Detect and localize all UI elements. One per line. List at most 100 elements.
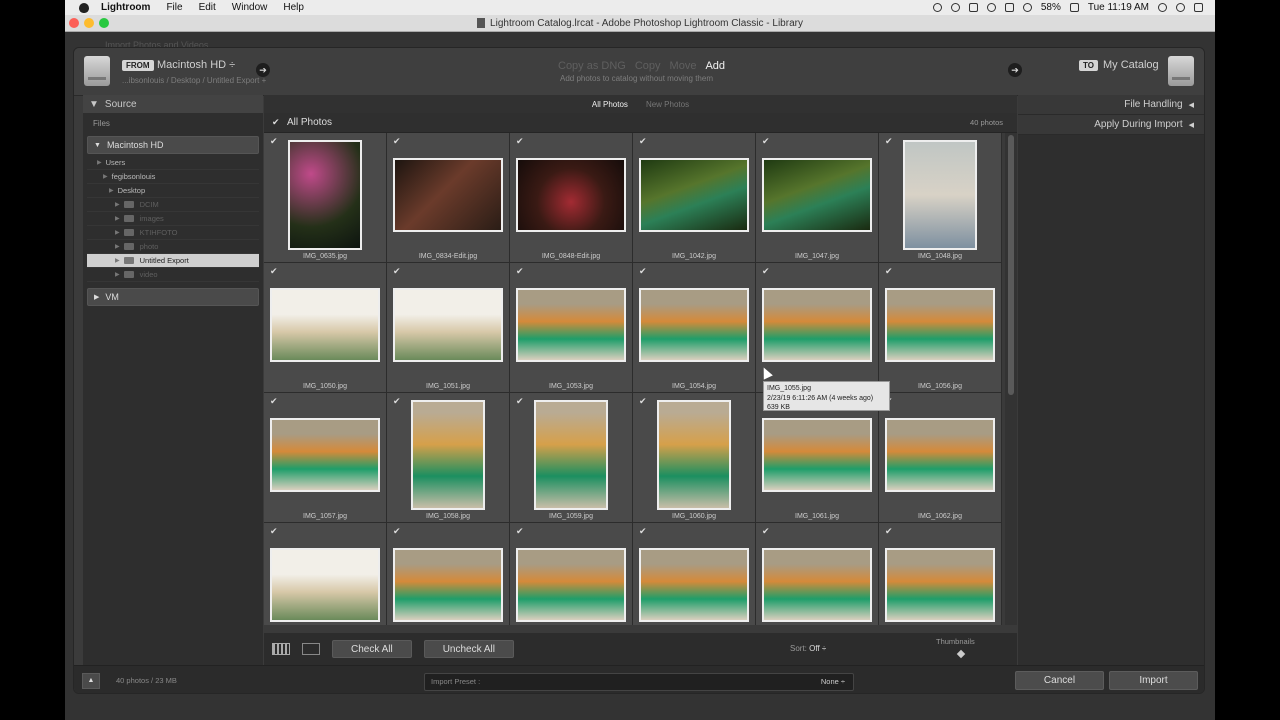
source-selector[interactable]: Macintosh HD ÷ — [157, 59, 235, 71]
photo-checkbox[interactable]: ✔ — [639, 396, 647, 407]
photo-cell[interactable]: ✔ IMG_1058.jpg — [387, 393, 510, 523]
folder-row[interactable]: ▶ Untitled Export — [87, 254, 259, 268]
record-icon[interactable] — [932, 3, 942, 12]
photo-cell[interactable]: ✔ IMG_1050.jpg — [264, 263, 387, 393]
folder-disclosure-icon[interactable]: ▶ — [115, 229, 120, 236]
check-all-checkbox[interactable]: ✔ — [272, 118, 281, 127]
sort-control[interactable]: Sort: Off ÷ — [790, 644, 826, 653]
folder-row[interactable]: ▶ images — [87, 212, 259, 226]
photo-checkbox[interactable]: ✔ — [885, 526, 893, 537]
folder-row[interactable]: ▶ video — [87, 268, 259, 282]
photo-cell[interactable]: ✔ IMG_0635.jpg — [264, 133, 387, 263]
photo-thumbnail[interactable] — [639, 158, 749, 232]
photo-checkbox[interactable]: ✔ — [393, 136, 401, 147]
photo-thumbnail[interactable] — [762, 548, 872, 622]
photo-checkbox[interactable]: ✔ — [639, 136, 647, 147]
folder-row[interactable]: ▶ DCIM — [87, 198, 259, 212]
photo-cell[interactable]: ✔ IMG_0848-Edit.jpg — [510, 133, 633, 263]
mode-move[interactable]: Move — [670, 60, 697, 72]
folder-disclosure-icon[interactable]: ▶ — [115, 243, 120, 250]
tab-all-photos[interactable]: All Photos — [592, 100, 628, 109]
close-window-button[interactable] — [69, 18, 79, 28]
photo-thumbnail[interactable] — [393, 158, 503, 232]
photo-checkbox[interactable]: ✔ — [516, 266, 524, 277]
photo-cell[interactable]: ✔ IMG_1059.jpg — [510, 393, 633, 523]
photo-checkbox[interactable]: ✔ — [516, 136, 524, 147]
folder-row[interactable]: ▶ fegibsonlouis — [87, 170, 259, 184]
photo-checkbox[interactable]: ✔ — [762, 136, 770, 147]
source-panel-header[interactable]: ▼ Source — [83, 95, 263, 113]
folder-disclosure-icon[interactable]: ▶ — [115, 257, 120, 264]
grid-view-icon[interactable] — [272, 643, 290, 655]
photo-cell[interactable]: ✔ — [387, 523, 510, 625]
folder-row[interactable]: ▶ Users — [87, 156, 259, 170]
photo-cell[interactable]: ✔IMG_1061.jpg — [756, 393, 879, 523]
photo-cell[interactable]: ✔ IMG_1053.jpg — [510, 263, 633, 393]
photo-cell[interactable]: ✔ — [633, 523, 756, 625]
menu-edit[interactable]: Edit — [199, 2, 216, 13]
time-machine-icon[interactable] — [986, 3, 996, 12]
battery-percent[interactable]: 58% — [1041, 2, 1061, 13]
airplay-icon[interactable] — [968, 3, 978, 12]
siri-icon[interactable] — [1176, 3, 1185, 12]
folder-disclosure-icon[interactable]: ▶ — [115, 271, 120, 278]
photo-thumbnail[interactable] — [762, 158, 872, 232]
wifi-icon[interactable] — [1022, 3, 1032, 12]
menu-file[interactable]: File — [166, 2, 182, 13]
mode-copy[interactable]: Copy — [635, 60, 661, 72]
photo-cell[interactable]: ✔ — [756, 523, 879, 625]
app-menu[interactable]: Lightroom — [101, 2, 150, 13]
tab-new-photos[interactable]: New Photos — [646, 100, 689, 109]
photo-thumbnail[interactable] — [411, 400, 485, 510]
grid-scrollbar[interactable] — [1005, 133, 1017, 625]
photo-cell[interactable]: ✔ IMG_1055.jpg — [756, 263, 879, 393]
apply-during-import-section[interactable]: Apply During Import ◀ — [1018, 115, 1204, 135]
mode-add[interactable]: Add — [705, 60, 725, 72]
preset-value[interactable]: None ÷ — [821, 674, 845, 690]
photo-count[interactable]: 40 photos — [970, 118, 1003, 127]
photo-checkbox[interactable]: ✔ — [516, 396, 524, 407]
photo-thumbnail[interactable] — [393, 288, 503, 362]
volume-macintosh-hd[interactable]: ▼ Macintosh HD — [87, 136, 259, 154]
photo-cell[interactable]: ✔ — [264, 523, 387, 625]
folder-disclosure-icon[interactable]: ▶ — [97, 159, 102, 166]
scrollbar-thumb[interactable] — [1008, 135, 1014, 395]
bluetooth-icon[interactable] — [1004, 3, 1014, 12]
photo-thumbnail[interactable] — [288, 140, 362, 250]
photo-cell[interactable]: ✔ IMG_1056.jpg — [879, 263, 1002, 393]
photo-checkbox[interactable]: ✔ — [639, 526, 647, 537]
photo-cell[interactable]: ✔ IMG_1060.jpg — [633, 393, 756, 523]
apple-icon[interactable] — [79, 2, 89, 13]
photo-thumbnail[interactable] — [516, 548, 626, 622]
photo-cell[interactable]: ✔ IMG_1057.jpg — [264, 393, 387, 523]
photo-checkbox[interactable]: ✔ — [762, 526, 770, 537]
sort-value[interactable]: Off ÷ — [809, 644, 826, 653]
photo-cell[interactable]: ✔ IMG_0834-Edit.jpg — [387, 133, 510, 263]
folder-row[interactable]: ▶ Desktop — [87, 184, 259, 198]
photo-checkbox[interactable]: ✔ — [270, 266, 278, 277]
photo-cell[interactable]: ✔ IMG_1054.jpg — [633, 263, 756, 393]
photo-cell[interactable]: ✔ IMG_1047.jpg — [756, 133, 879, 263]
clock[interactable]: Tue 11:19 AM — [1088, 2, 1149, 13]
photo-thumbnail[interactable] — [516, 158, 626, 232]
photo-checkbox[interactable]: ✔ — [393, 396, 401, 407]
photo-cell[interactable]: ✔IMG_1062.jpg — [879, 393, 1002, 523]
photo-cell[interactable]: ✔ IMG_1048.jpg — [879, 133, 1002, 263]
photo-thumbnail[interactable] — [270, 288, 380, 362]
notification-center-icon[interactable] — [1194, 3, 1203, 12]
photo-thumbnail[interactable] — [270, 418, 380, 492]
folder-row[interactable]: ▶ photo — [87, 240, 259, 254]
photo-checkbox[interactable]: ✔ — [270, 396, 278, 407]
file-handling-section[interactable]: File Handling ◀ — [1018, 95, 1204, 115]
photo-checkbox[interactable]: ✔ — [762, 266, 770, 277]
import-preset-selector[interactable]: Import Preset : None ÷ — [424, 673, 854, 691]
folder-disclosure-icon[interactable]: ▶ — [115, 201, 120, 208]
photo-thumbnail[interactable] — [903, 140, 977, 250]
photo-thumbnail[interactable] — [885, 418, 995, 492]
photo-cell[interactable]: ✔ — [510, 523, 633, 625]
photo-cell[interactable]: ✔ IMG_1042.jpg — [633, 133, 756, 263]
photo-thumbnail[interactable] — [393, 548, 503, 622]
photo-checkbox[interactable]: ✔ — [270, 136, 278, 147]
photo-checkbox[interactable]: ✔ — [885, 266, 893, 277]
photo-thumbnail[interactable] — [516, 288, 626, 362]
